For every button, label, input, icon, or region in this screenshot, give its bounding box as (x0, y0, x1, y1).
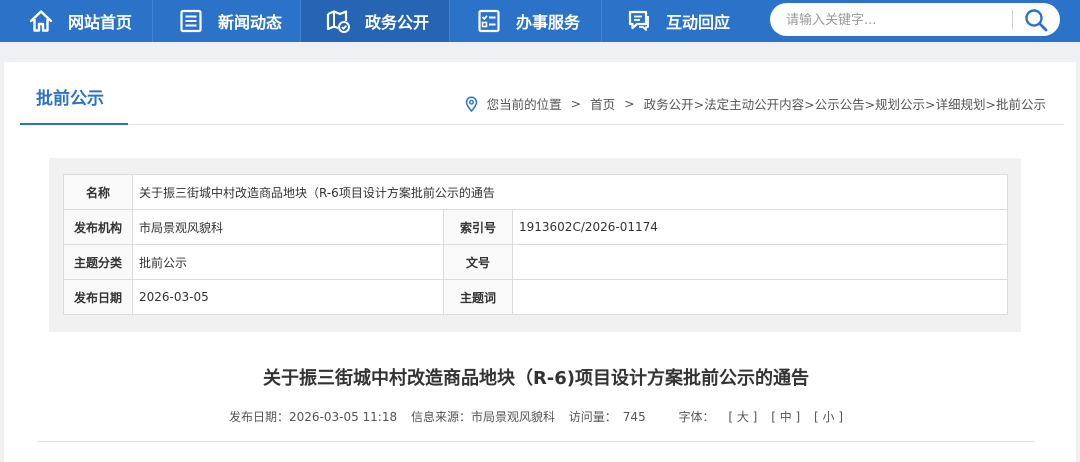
publish-date: 发布日期：2026-03-05 11:18 (228, 410, 398, 424)
font-size-label: 字体： (678, 410, 715, 424)
home-icon (29, 10, 53, 32)
search-icon[interactable] (1022, 7, 1050, 33)
nav-service-label: 办事服务 (516, 13, 581, 32)
meta-docno-label: 文号 (443, 244, 513, 280)
top-navigation: 网站首页 新闻动态 政务公开 办事服务 互动回应 请输入关键字... (0, 0, 1080, 42)
breadcrumb-trail-link[interactable]: 政务公开>法定主动公开内容>公示公告>规划公示>详细规划>批前公示 (644, 94, 1046, 113)
nav-interaction[interactable]: 互动回应 (626, 0, 730, 42)
font-medium-button[interactable]: [ 中 ] (771, 410, 800, 424)
views-count: 745 (622, 410, 646, 424)
meta-date-label: 发布日期 (63, 279, 133, 315)
open-gov-icon (326, 10, 350, 33)
meta-topic-value: 批前公示 (132, 244, 444, 280)
title-divider (20, 124, 1064, 125)
meta-date-value: 2026-03-05 (132, 279, 444, 315)
meta-keyword-label: 主题词 (443, 279, 513, 315)
meta-name-label: 名称 (63, 174, 133, 210)
table-row: 主题分类 批前公示 文号 (63, 244, 1008, 280)
metadata-panel: 名称 关于振三街城中村改造商品地块（R-6项目设计方案批前公示的通告 发布机构 … (49, 158, 1021, 332)
nav-home-label: 网站首页 (68, 13, 133, 32)
font-small-button[interactable]: [ 小 ] (814, 410, 843, 424)
meta-topic-label: 主题分类 (63, 244, 133, 280)
search-input[interactable] (784, 9, 1016, 31)
nav-news-label: 新闻动态 (218, 13, 283, 32)
font-large-button[interactable]: [ 大 ] (728, 410, 757, 424)
nav-divider (601, 0, 602, 42)
meta-org-value: 市局景观风貌科 (132, 209, 444, 245)
meta-index-value: 1913602C/2026-01174 (512, 209, 1008, 245)
info-source: 信息来源：市局景观风貌科 (410, 410, 555, 424)
nav-news[interactable]: 新闻动态 (178, 0, 282, 42)
chat-icon (628, 10, 649, 31)
article-info-bar: 发布日期：2026-03-05 11:18 信息来源：市局景观风貌科 访问量： 7… (0, 408, 1072, 425)
page-title: 批前公示 (36, 89, 104, 109)
views-label: 访问量： (568, 410, 617, 424)
meta-index-label: 索引号 (443, 209, 513, 245)
breadcrumb-separator: > (570, 96, 582, 111)
meta-keyword-value (512, 279, 1008, 315)
nav-open-gov[interactable]: 政务公开 (301, 0, 449, 42)
meta-docno-value (512, 244, 1008, 280)
location-pin-icon (465, 96, 477, 112)
search-box (770, 3, 1060, 36)
table-row: 发布日期 2026-03-05 主题词 (63, 279, 1008, 315)
title-underline (20, 123, 128, 125)
nav-divider (152, 0, 153, 42)
article-divider (38, 441, 1034, 442)
nav-home[interactable]: 网站首页 (28, 0, 132, 42)
article-title: 关于振三街城中村改造商品地块（R-6)项目设计方案批前公示的通告 (262, 368, 810, 389)
service-checklist-icon (478, 9, 500, 33)
search-divider (1012, 10, 1013, 29)
nav-service[interactable]: 办事服务 (476, 0, 580, 42)
table-row: 名称 关于振三街城中村改造商品地块（R-6项目设计方案批前公示的通告 (63, 174, 1008, 210)
metadata-table: 名称 关于振三街城中村改造商品地块（R-6项目设计方案批前公示的通告 发布机构 … (63, 174, 1008, 315)
newspaper-icon (180, 9, 202, 33)
table-row: 发布机构 市局景观风貌科 索引号 1913602C/2026-01174 (63, 209, 1008, 245)
breadcrumb: 您当前的位置 > 首页 > 政务公开>法定主动公开内容>公示公告>规划公示>详细… (465, 94, 1046, 113)
meta-name-value: 关于振三街城中村改造商品地块（R-6项目设计方案批前公示的通告 (132, 174, 1008, 210)
breadcrumb-separator: > (624, 96, 635, 111)
meta-org-label: 发布机构 (63, 209, 133, 245)
nav-interaction-label: 互动回应 (666, 13, 731, 32)
nav-divider (449, 0, 450, 42)
breadcrumb-home-link[interactable]: 首页 (590, 94, 615, 113)
breadcrumb-prefix: 您当前的位置 (486, 97, 562, 112)
nav-open-gov-label: 政务公开 (365, 13, 430, 32)
